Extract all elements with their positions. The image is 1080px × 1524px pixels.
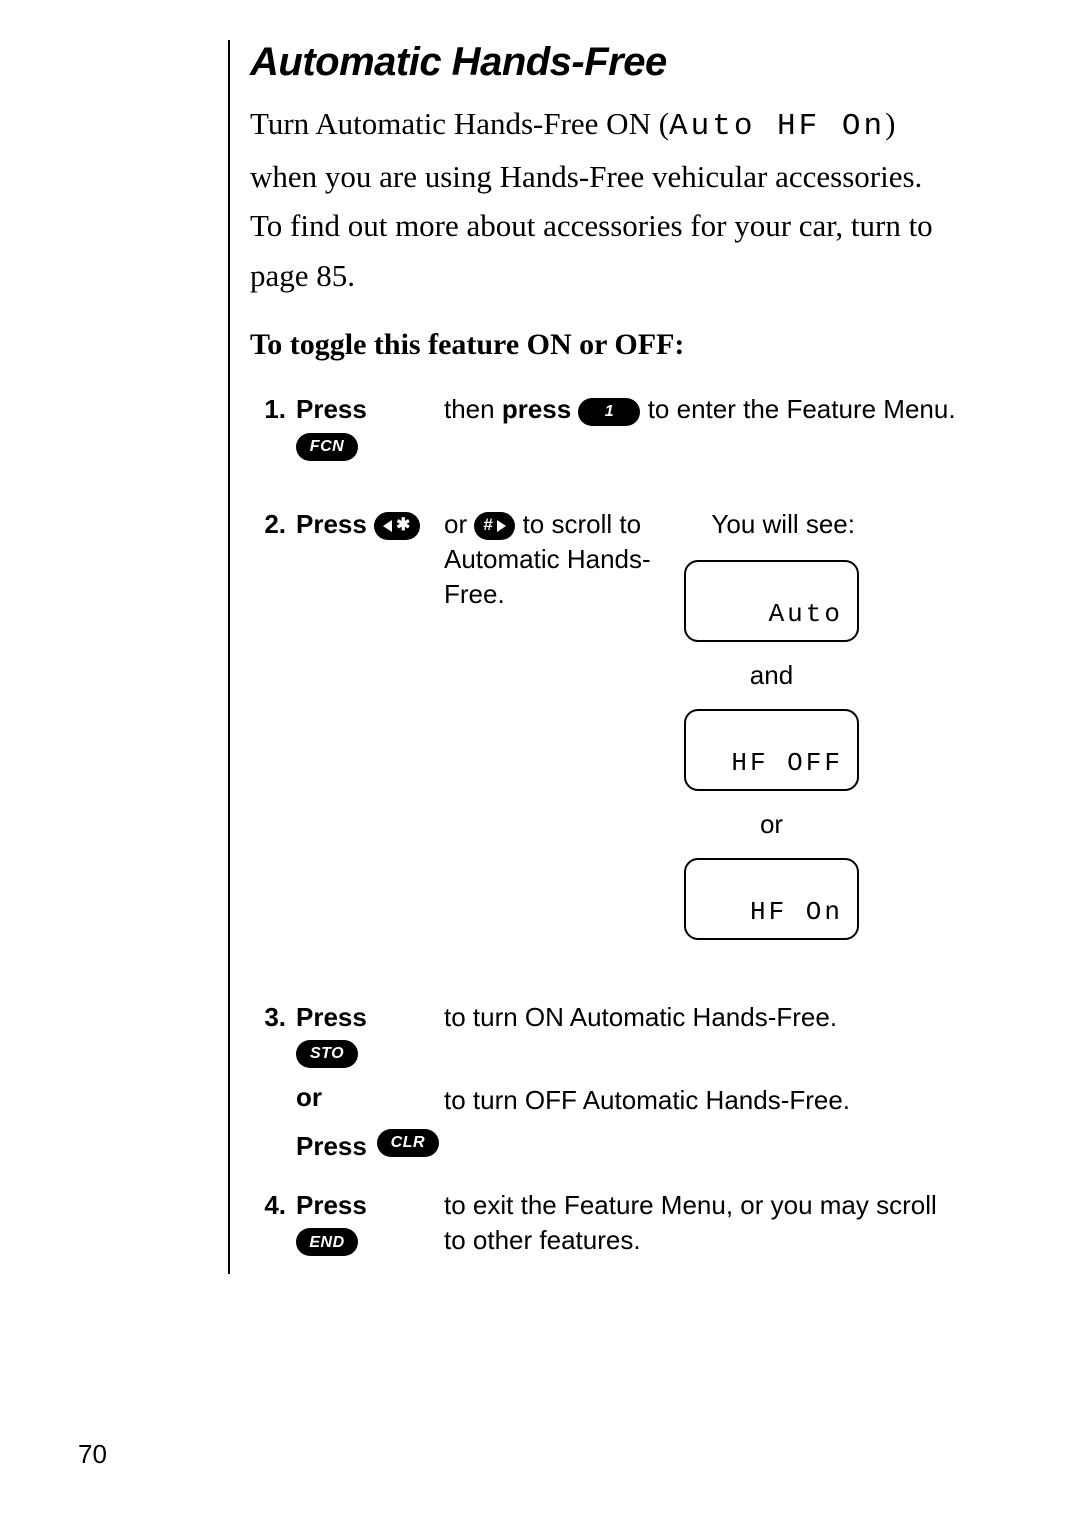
lcd-inline: Auto HF On xyxy=(669,109,885,144)
step-number: 1. xyxy=(250,392,286,427)
clr-key-icon: CLR xyxy=(377,1129,439,1157)
step-action: Press STO or Press CLR xyxy=(296,1000,434,1164)
subheading: To toggle this feature ON or OFF: xyxy=(250,328,960,362)
step-4: 4. Press END to exit the Feature Menu, o… xyxy=(250,1188,960,1258)
fcn-key-icon: FCN xyxy=(296,433,358,461)
you-will-see-label: You will see: xyxy=(684,507,859,542)
page-number: 70 xyxy=(78,1439,107,1470)
page-title: Automatic Hands-Free xyxy=(250,40,960,85)
step-number: 2. xyxy=(250,507,286,542)
lcd-box: HF OFF xyxy=(684,709,859,791)
one-key-icon: 1 xyxy=(578,398,640,426)
display-preview: You will see: Auto and HF OFF or HF On xyxy=(684,507,859,956)
step-3: 3. Press STO or Press CLR to turn ON Aut… xyxy=(250,1000,960,1164)
step-2: 2. Press ✱ or # to scroll to Automatic H… xyxy=(250,507,960,956)
step-list: 1. Press FCN then press 1 to enter the F… xyxy=(250,392,960,1258)
end-key-icon: END xyxy=(296,1228,358,1256)
sto-key-icon: STO xyxy=(296,1040,358,1068)
intro-pre: Turn Automatic Hands-Free ON ( xyxy=(250,106,669,141)
step-action: Press ✱ xyxy=(296,507,434,542)
intro-paragraph: Turn Automatic Hands-Free ON (Auto HF On… xyxy=(250,99,960,300)
step-desc: or # to scroll to Automatic Hands-Free. xyxy=(444,507,674,612)
page-content: Automatic Hands-Free Turn Automatic Hand… xyxy=(250,40,960,1258)
step-action: Press END xyxy=(296,1188,434,1258)
manual-page: Automatic Hands-Free Turn Automatic Hand… xyxy=(0,0,1080,1524)
and-label: and xyxy=(684,658,859,693)
step-number: 3. xyxy=(250,1000,286,1035)
step-desc: then press 1 to enter the Feature Menu. xyxy=(444,392,960,427)
star-left-key-icon: ✱ xyxy=(374,512,420,540)
or-label: or xyxy=(684,807,859,842)
lcd-box: Auto xyxy=(684,560,859,642)
hash-right-key-icon: # xyxy=(474,512,515,540)
step-number: 4. xyxy=(250,1188,286,1223)
step-desc: to turn ON Automatic Hands-Free. to turn… xyxy=(444,1000,960,1118)
vertical-rule xyxy=(228,40,230,1274)
step-3-alt: Press CLR xyxy=(296,1129,434,1164)
step-desc: to exit the Feature Menu, or you may scr… xyxy=(444,1188,960,1258)
step-action: Press FCN xyxy=(296,392,434,462)
step-1: 1. Press FCN then press 1 to enter the F… xyxy=(250,392,960,462)
lcd-box: HF On xyxy=(684,858,859,940)
